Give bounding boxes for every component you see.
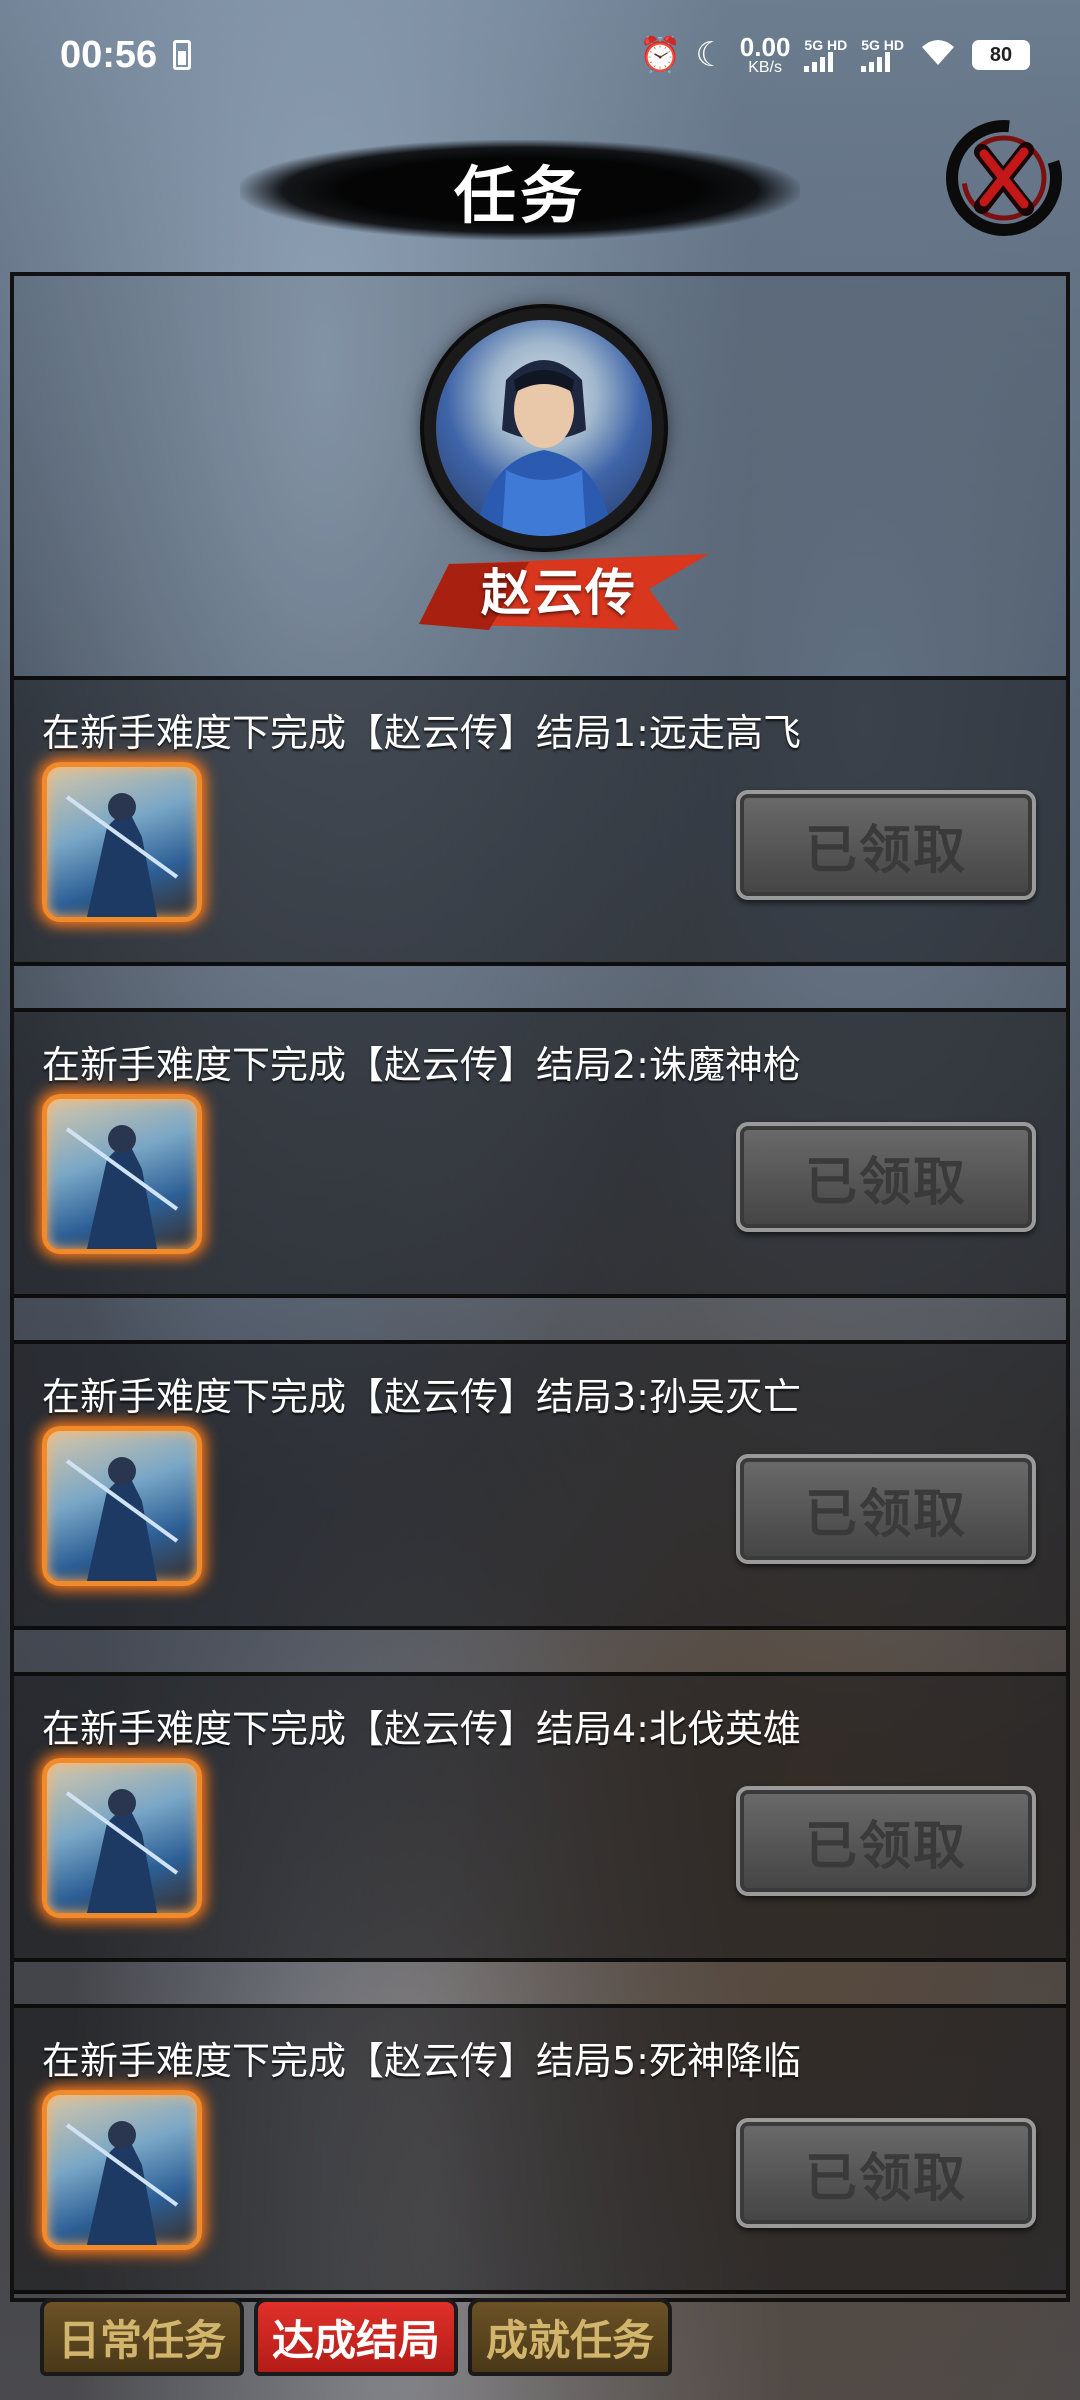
hero-portrait-frame [424,308,664,548]
signal-bars-icon [861,52,891,72]
reward-icon[interactable] [42,1426,202,1586]
reward-icon[interactable] [42,2090,202,2250]
wifi-icon [918,37,958,73]
tab-endings[interactable]: 达成结局 [254,2298,459,2376]
net-speed-value: 0.00 [739,32,791,62]
hero-header: 赵云传 [14,276,1066,676]
task-title: 在新手难度下完成【赵云传】结局3:孙吴灭亡 [42,1375,801,1419]
signal-bars-icon [804,52,834,72]
tab-bar: 日常任务 达成结局 成就任务 [40,2298,673,2378]
task-panel: 赵云传 在新手难度下完成【赵云传】结局1:远走高飞 已领取 在新手难度下完成【赵… [10,272,1070,2302]
tab-achievements[interactable]: 成就任务 [468,2298,673,2376]
clock: 00:56 [60,33,158,76]
close-icon [946,120,1062,236]
claimed-button[interactable]: 已领取 [736,1786,1036,1896]
reward-icon[interactable] [42,1094,202,1254]
hero-name: 赵云传 [481,564,637,622]
signal-sim1: 5G HD [804,38,847,72]
net-speed: 0.00 KB/s [740,34,791,76]
tab-daily-tasks[interactable]: 日常任务 [40,2298,245,2376]
battery-saver-icon [173,40,192,70]
hero-name-banner: 赵云传 [409,544,709,634]
sim2-label: 5G HD [861,37,904,53]
task-title: 在新手难度下完成【赵云传】结局4:北伐英雄 [42,1707,801,1751]
task-title: 在新手难度下完成【赵云传】结局1:远走高飞 [42,711,801,755]
close-button[interactable] [934,112,1070,248]
sim1-label: 5G HD [804,37,848,53]
claimed-button[interactable]: 已领取 [736,790,1036,900]
task-title: 在新手难度下完成【赵云传】结局2:诛魔神枪 [42,1043,801,1087]
task-item: 在新手难度下完成【赵云传】结局4:北伐英雄 已领取 [14,1672,1066,1962]
battery-icon: 80 [972,40,1030,70]
page-title: 任务 [453,159,586,232]
task-item: 在新手难度下完成【赵云传】结局1:远走高飞 已领取 [14,676,1066,966]
net-speed-unit: KB/s [748,59,782,76]
hero-portrait [436,320,652,536]
status-bar: 00:56 ⏰ ☾ 0.00 KB/s 5G HD 5G HD 80 [0,0,1080,110]
status-left: 00:56 [60,33,192,77]
status-right: ⏰ ☾ 0.00 KB/s 5G HD 5G HD 80 [639,34,1030,76]
reward-icon[interactable] [42,1758,202,1918]
signal-sim2: 5G HD [861,38,904,72]
task-item: 在新手难度下完成【赵云传】结局2:诛魔神枪 已领取 [14,1008,1066,1298]
claimed-button[interactable]: 已领取 [736,2118,1036,2228]
claimed-button[interactable]: 已领取 [736,1454,1036,1564]
task-title: 在新手难度下完成【赵云传】结局5:死神降临 [42,2039,801,2083]
claimed-button[interactable]: 已领取 [736,1122,1036,1232]
reward-icon[interactable] [42,762,202,922]
task-item: 在新手难度下完成【赵云传】结局3:孙吴灭亡 已领取 [14,1340,1066,1630]
task-item: 在新手难度下完成【赵云传】结局5:死神降临 已领取 [14,2004,1066,2294]
alarm-icon: ⏰ [638,36,682,74]
moon-icon: ☾ [695,36,726,74]
